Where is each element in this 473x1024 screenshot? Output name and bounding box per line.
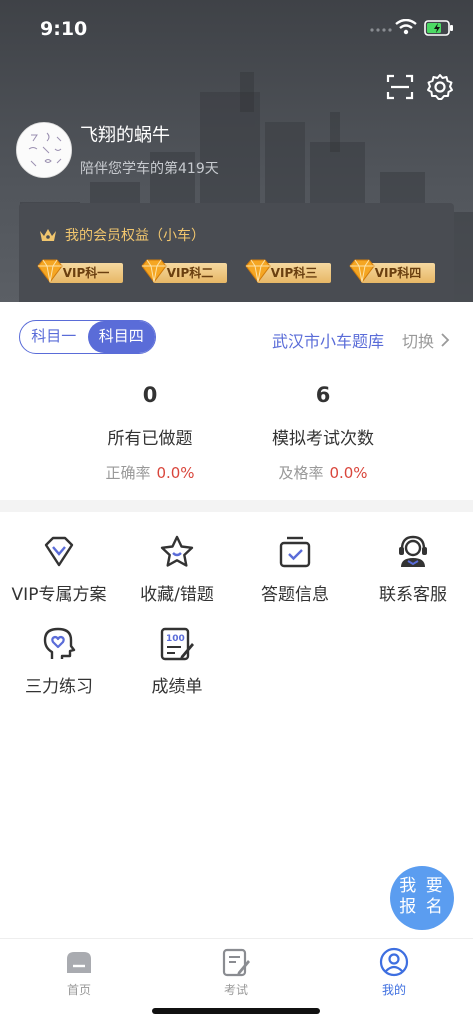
tab-home[interactable]: 首页 <box>29 947 129 998</box>
register-fab[interactable]: 我 要 报 名 <box>390 866 454 930</box>
tab-exam-label: 考试 <box>223 983 248 997</box>
answered-count: 0 <box>142 383 158 407</box>
vip-badge-label: VIP科二 <box>166 266 214 280</box>
vip-badge-label: VIP科四 <box>374 266 422 280</box>
check-calendar-icon <box>279 536 311 568</box>
tab-profile-label: 我的 <box>381 983 406 997</box>
vip-plan-label: VIP专属方案 <box>11 585 107 605</box>
vip-badge-label: VIP科一 <box>62 266 110 280</box>
vip-badge-label: VIP科三 <box>270 266 318 280</box>
pass-rate-label: 及格率 <box>278 464 324 482</box>
register-fab-line1: 我 要 <box>399 876 445 896</box>
vip-plan-item[interactable]: VIP专属方案 <box>0 534 118 605</box>
score-sheet-item[interactable]: 100 成绩单 <box>118 626 236 697</box>
mock-exam-label: 模拟考试次数 <box>272 429 374 449</box>
tab-home-label: 首页 <box>66 983 91 997</box>
wifi-icon <box>395 19 417 35</box>
profile-icon <box>379 947 409 977</box>
crown-icon <box>40 229 56 241</box>
subject-option-ke1[interactable]: 科目一 <box>20 321 88 353</box>
signal-dots-icon <box>370 28 392 32</box>
vip-badge-ke2[interactable]: VIP科二 <box>141 259 227 283</box>
answer-info-item[interactable]: 答题信息 <box>236 534 354 605</box>
vip-badge-ke3[interactable]: VIP科三 <box>245 259 331 283</box>
exam-icon <box>222 948 250 977</box>
customer-service-item[interactable]: 联系客服 <box>354 534 472 605</box>
subject-option-ke4[interactable]: 科目四 <box>87 321 155 353</box>
battery-icon <box>424 20 453 36</box>
headset-icon <box>399 535 427 567</box>
favorites-mistakes-item[interactable]: 收藏/错题 <box>118 534 236 605</box>
answered-label: 所有已做题 <box>107 429 193 449</box>
vip-badge-ke1[interactable]: VIP科一 <box>37 259 123 283</box>
vip-badge-ke4[interactable]: VIP科四 <box>349 259 435 283</box>
status-bar: 9:10 <box>0 0 473 56</box>
username: 飞翔的蜗牛 <box>80 125 170 146</box>
gear-icon[interactable] <box>426 73 454 101</box>
three-abilities-label: 三力练习 <box>25 677 93 697</box>
customer-service-label: 联系客服 <box>379 585 447 605</box>
score-sheet-label: 成绩单 <box>151 677 203 697</box>
chevron-right-icon[interactable] <box>440 332 450 348</box>
star-icon <box>160 535 194 567</box>
switch-bank-button[interactable]: 切换 <box>402 328 434 352</box>
profile-header: 9:10 飞翔的蜗牛 陪伴您学车的第419天 我的会员权益（小车） VIP科一 … <box>0 0 473 302</box>
answer-info-label: 答题信息 <box>261 585 329 605</box>
three-abilities-item[interactable]: 三力练习 <box>0 626 118 697</box>
avatar-image <box>17 123 71 177</box>
mock-exam-count: 6 <box>315 383 331 407</box>
accuracy-rate: 正确率 0.0% <box>70 462 230 483</box>
tab-profile[interactable]: 我的 <box>344 947 444 998</box>
score-sheet-icon: 100 <box>160 627 194 661</box>
companion-days: 陪伴您学车的第419天 <box>80 161 219 177</box>
vip-title: 我的会员权益（小车） <box>65 228 205 244</box>
scan-icon[interactable] <box>386 73 414 101</box>
head-heart-icon <box>43 627 76 659</box>
tab-exam[interactable]: 考试 <box>186 947 286 998</box>
pass-rate-value: 0.0% <box>329 464 368 482</box>
question-bank-name[interactable]: 武汉市小车题库 <box>272 328 384 352</box>
vip-diamond-icon <box>44 536 74 567</box>
register-fab-line2: 报 名 <box>399 897 445 917</box>
status-time: 9:10 <box>40 18 88 40</box>
vip-benefits-card[interactable]: 我的会员权益（小车） VIP科一 VIP科二 VIP科三 VIP科四 <box>19 203 454 302</box>
accuracy-rate-label: 正确率 <box>105 464 151 482</box>
pass-rate: 及格率 0.0% <box>243 462 403 483</box>
avatar[interactable] <box>16 122 72 178</box>
svg-text:100: 100 <box>166 634 185 644</box>
section-divider <box>0 500 473 512</box>
accuracy-rate-value: 0.0% <box>156 464 195 482</box>
favorites-mistakes-label: 收藏/错题 <box>140 585 214 605</box>
vip-title-row: 我的会员权益（小车） <box>39 225 205 245</box>
home-indicator <box>152 1008 320 1014</box>
subject-toggle[interactable]: 科目一 科目四 <box>19 320 156 354</box>
home-icon <box>67 952 91 973</box>
